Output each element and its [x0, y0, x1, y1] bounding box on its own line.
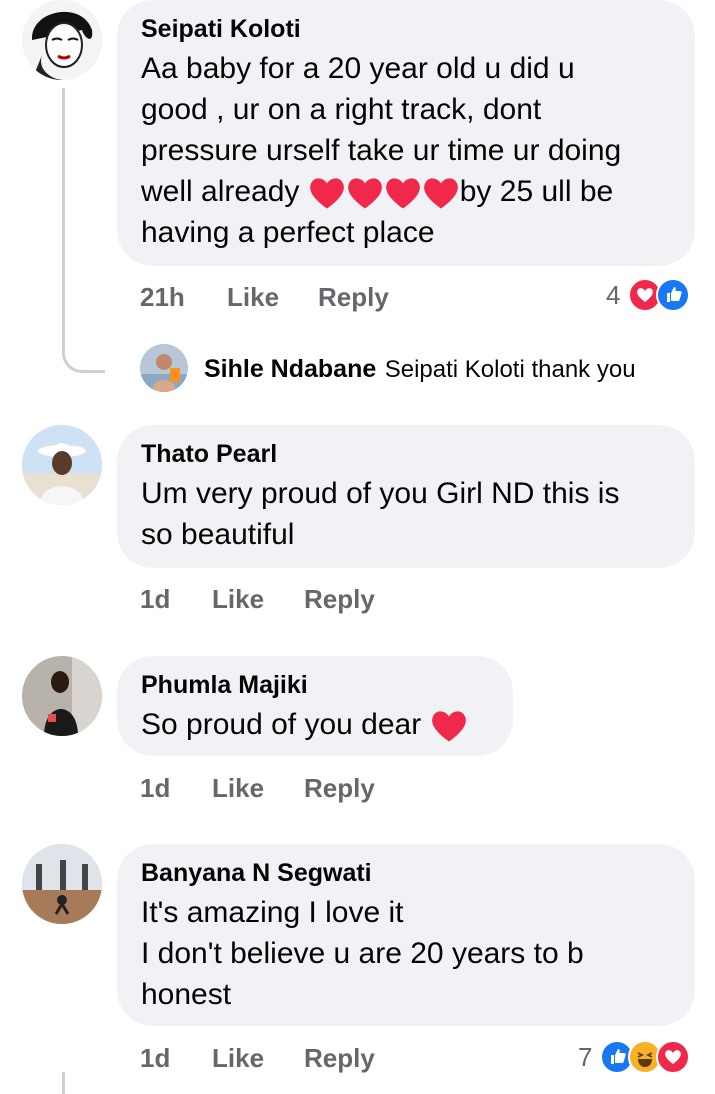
comment-text: Um very proud of you Girl ND this is so …	[141, 477, 620, 551]
heart-emoji	[431, 711, 466, 742]
reaction-count: 7	[578, 1041, 593, 1072]
comment-time[interactable]: 21h	[140, 282, 185, 313]
like-button[interactable]: Like	[212, 773, 264, 804]
comment-text: Aa baby for a 20 year old u did u good ,…	[141, 48, 671, 253]
comment-time[interactable]: 1d	[140, 1043, 170, 1074]
like-icon	[656, 278, 691, 312]
thread-curve	[62, 340, 105, 373]
heart-emoji	[385, 178, 420, 209]
thread-line	[62, 88, 65, 356]
reply-button[interactable]: Reply	[304, 584, 375, 615]
comment-text: It's amazing I love it I don't believe u…	[141, 896, 584, 1011]
heart-emoji	[347, 178, 382, 209]
comment-text: So proud of you dear	[141, 704, 489, 745]
comment-author[interactable]: Phumla Majiki	[141, 670, 489, 700]
reaction-summary[interactable]: 7	[578, 1040, 691, 1074]
reply-button[interactable]: Reply	[304, 1043, 375, 1074]
reply-text: Seipati Koloti thank you	[384, 356, 636, 383]
like-button[interactable]: Like	[212, 584, 264, 615]
heart-emoji-group	[308, 175, 460, 209]
like-button[interactable]: Like	[212, 1043, 264, 1074]
comment-author[interactable]: Seipati Koloti	[141, 14, 671, 44]
comment-bubble: Seipati Koloti Aa baby for a 20 year old…	[117, 0, 695, 266]
comment-author[interactable]: Thato Pearl	[141, 439, 671, 469]
reply-avatar[interactable]	[140, 344, 188, 392]
heart-emoji	[309, 178, 344, 209]
thread-line-bottom	[62, 1072, 65, 1094]
reaction-count: 4	[606, 279, 621, 310]
comment-time[interactable]: 1d	[140, 773, 170, 804]
love-icon	[656, 1040, 691, 1074]
reaction-summary[interactable]: 4	[606, 278, 691, 312]
reply-author[interactable]: Sihle Ndabane	[204, 355, 376, 383]
comment-bubble: Banyana N Segwati It's amazing I love it…	[117, 844, 695, 1026]
avatar[interactable]	[22, 656, 102, 736]
avatar[interactable]	[22, 425, 102, 505]
like-button[interactable]: Like	[227, 282, 279, 313]
reply-button[interactable]: Reply	[304, 773, 375, 804]
avatar[interactable]	[22, 0, 102, 80]
comment-bubble: Thato Pearl Um very proud of you Girl ND…	[117, 425, 695, 568]
avatar[interactable]	[22, 844, 102, 924]
comment-bubble: Phumla Majiki So proud of you dear	[117, 656, 513, 756]
comment-author[interactable]: Banyana N Segwati	[141, 858, 671, 888]
reply-button[interactable]: Reply	[318, 282, 389, 313]
comment-text-part: So proud of you dear	[141, 708, 430, 741]
heart-emoji	[423, 178, 458, 209]
reply-row: Sihle Ndabane Seipati Koloti thank you	[204, 355, 636, 384]
comment-time[interactable]: 1d	[140, 584, 170, 615]
